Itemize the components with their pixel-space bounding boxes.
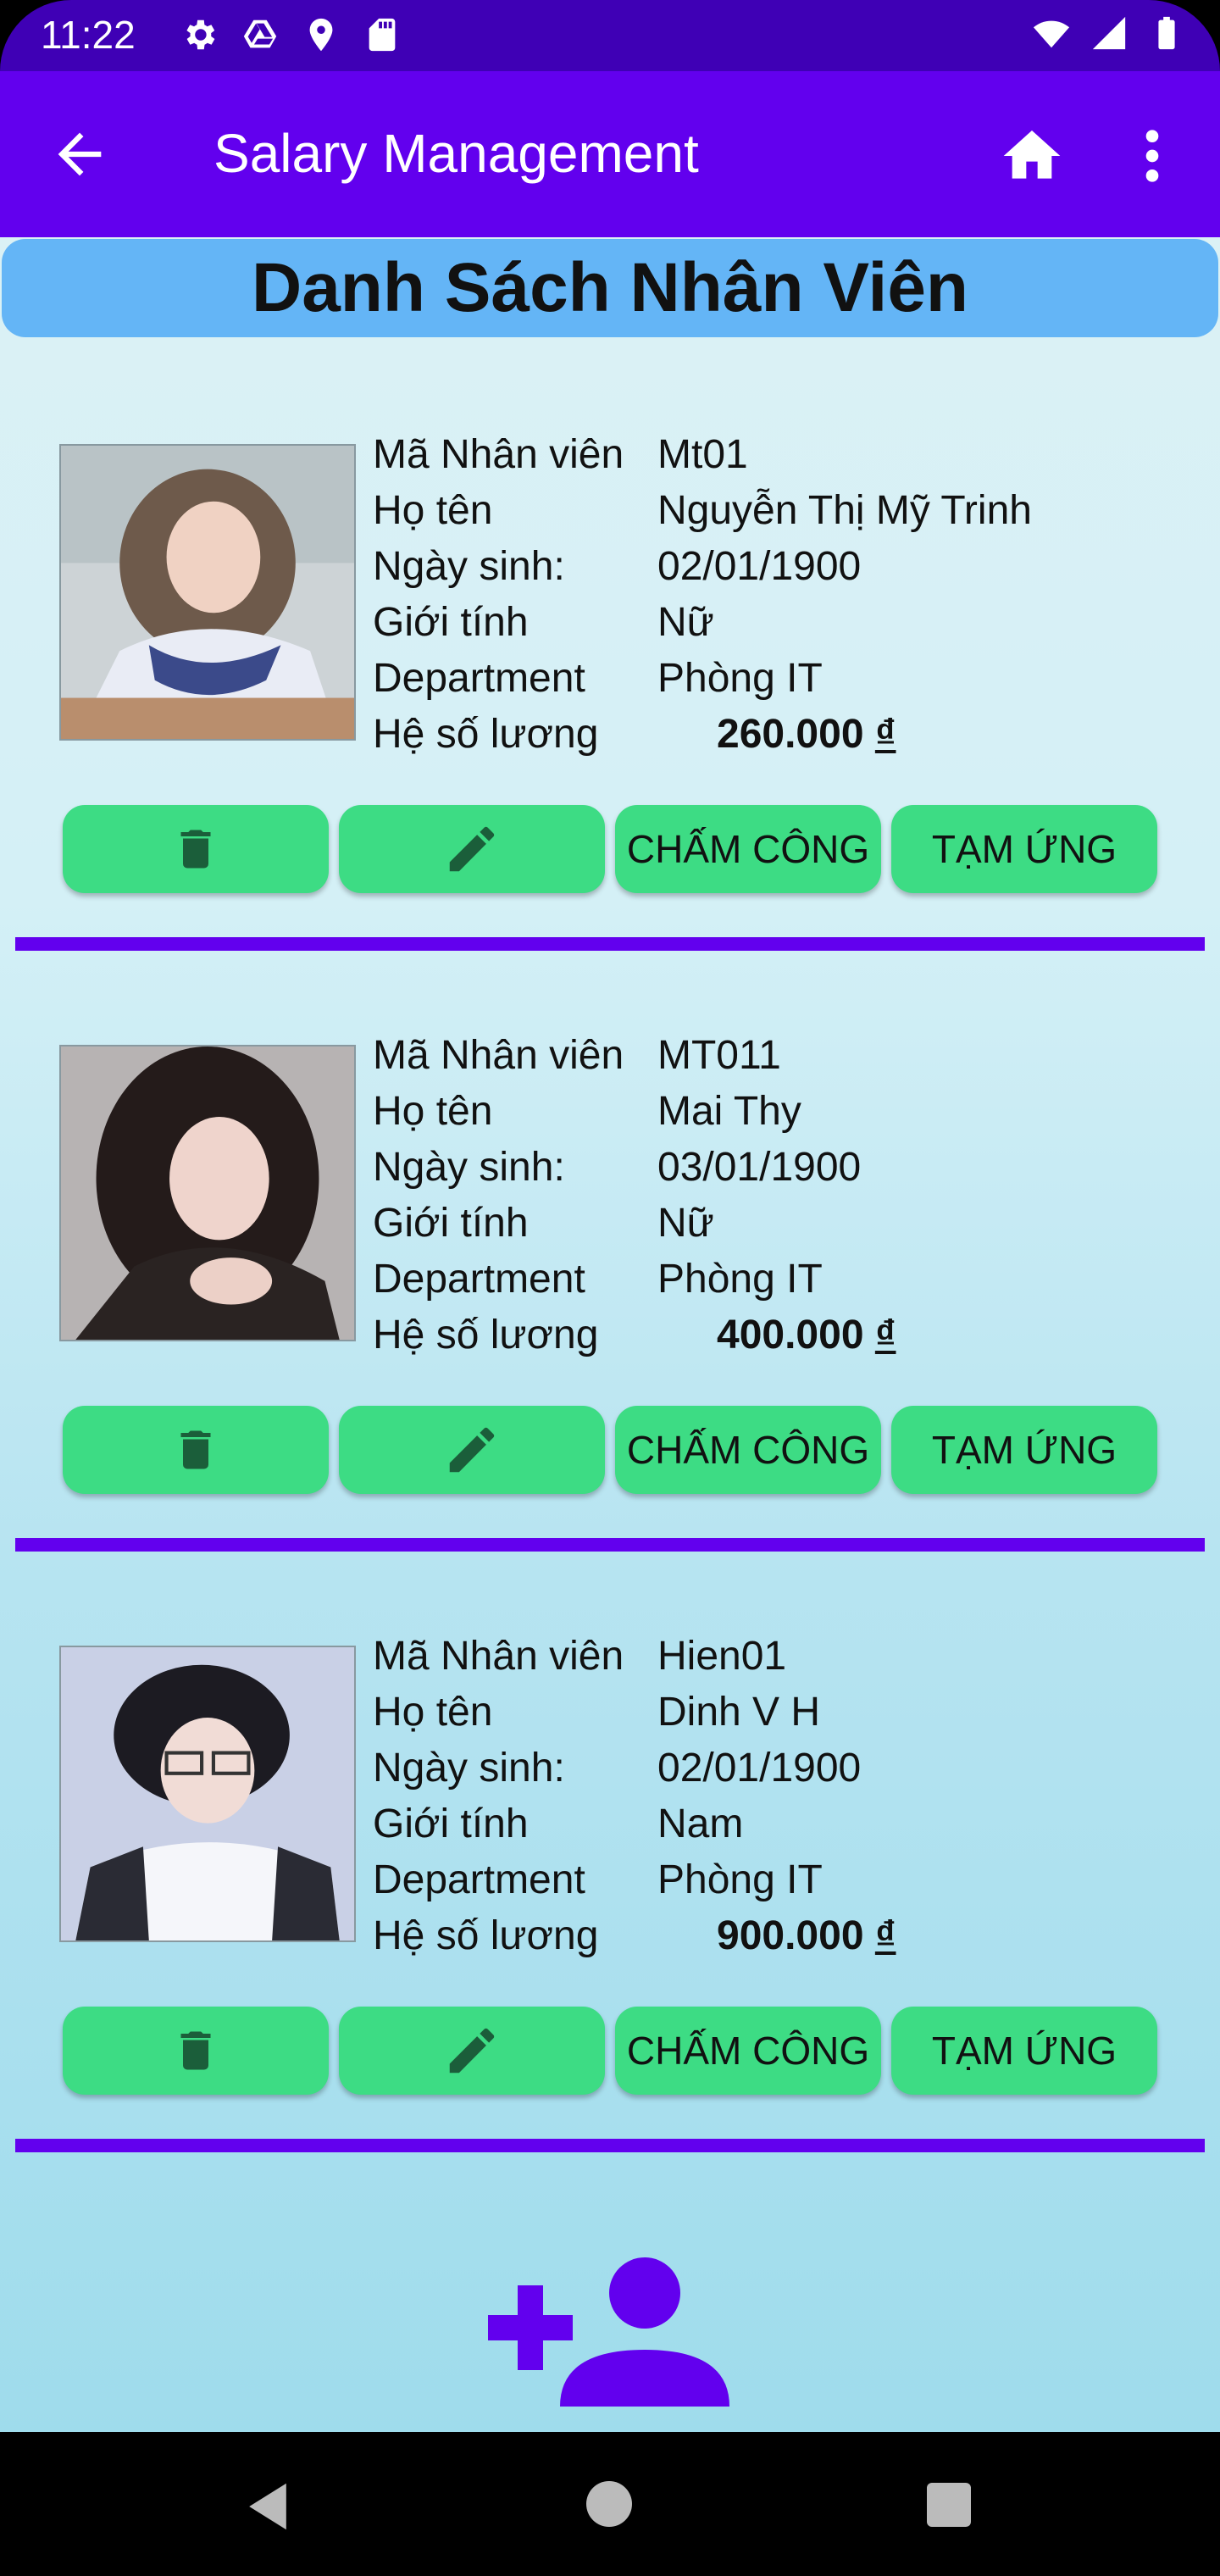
add-person-icon[interactable] [488, 2254, 734, 2407]
pencil-icon [449, 826, 495, 872]
sdcard-icon [369, 18, 396, 52]
label-gender: Giới tính [373, 1201, 529, 1246]
label-salary-coef: Hệ số lương [373, 1313, 599, 1357]
signal-icon [1092, 16, 1126, 50]
label-salary-coef: Hệ số lương [373, 1913, 599, 1958]
system-nav-bar [0, 2432, 1220, 2576]
label-gender: Giới tính [373, 600, 529, 645]
trash-icon [180, 2031, 211, 2070]
employee-id: Mt01 [657, 432, 748, 477]
attendance-button[interactable]: CHẤM CÔNG [615, 805, 881, 893]
employee-info: Mã Nhân viên MT011 Họ tên Mai Thy Ngày sin… [373, 1028, 1135, 1363]
status-bar: 11:22 [0, 0, 1220, 71]
employee-name: Mai Thy [657, 1089, 801, 1134]
advance-button[interactable]: TẠM ỨNG [891, 2007, 1157, 2095]
label-salary-coef: Hệ số lương [373, 712, 599, 757]
drive-icon [243, 19, 277, 48]
employee-card: Mã Nhân viên MT011 Họ tên Mai Thy Ngày sin… [0, 958, 1220, 1559]
edit-button[interactable] [339, 1406, 605, 1494]
list-header: Danh Sách Nhân Viên [2, 239, 1218, 337]
phone-screen: 11:22 Salary Management Danh Sách Nhân V… [0, 0, 1220, 2576]
wifi-icon [1033, 20, 1070, 48]
attendance-button[interactable]: CHẤM CÔNG [615, 1406, 881, 1494]
label-full-name: Họ tên [373, 488, 493, 533]
employee-card: Mã Nhân viên Mt01 Họ tên Nguyễn Thị Mỹ Tri… [0, 358, 1220, 958]
label-dob: Ngày sinh: [373, 1746, 565, 1790]
label-department: Department [373, 656, 585, 701]
label-department: Department [373, 1257, 585, 1302]
employee-name: Dinh V H [657, 1690, 821, 1735]
employee-dob: 02/01/1900 [657, 1746, 862, 1790]
delete-button[interactable] [63, 805, 329, 893]
employee-photo [59, 1646, 356, 1942]
status-time: 11:22 [41, 13, 136, 57]
battery-icon [1158, 16, 1175, 50]
gear-icon [186, 19, 215, 50]
card-divider [15, 1538, 1205, 1552]
label-gender: Giới tính [373, 1802, 529, 1846]
label-employee-id: Mã Nhân viên [373, 1033, 624, 1078]
more-vert-icon[interactable] [1135, 122, 1169, 190]
employee-id: Hien01 [657, 1634, 787, 1679]
nav-home-icon[interactable] [586, 2481, 632, 2527]
employee-info: Mã Nhân viên Mt01 Họ tên Nguyễn Thị Mỹ Tri… [373, 427, 1135, 763]
employee-id: MT011 [657, 1033, 781, 1078]
trash-icon [180, 1430, 211, 1469]
employee-list-screen: Danh Sách Nhân Viên Mã Nhân viên Mt01 Họ … [0, 237, 1220, 2432]
currency-symbol: ₫ [874, 1313, 896, 1357]
employee-gender: Nữ [657, 600, 714, 645]
edit-button[interactable] [339, 2007, 605, 2095]
employee-department: Phòng IT [657, 1857, 823, 1902]
app-title: Salary Management [214, 123, 699, 184]
attendance-button[interactable]: CHẤM CÔNG [615, 2007, 881, 2095]
currency-symbol: ₫ [874, 1913, 896, 1958]
employee-name: Nguyễn Thị Mỹ Trinh [657, 488, 1032, 533]
pencil-icon [449, 1427, 495, 1473]
salary-amount: 260.000 [717, 712, 864, 757]
employee-department: Phòng IT [657, 1257, 823, 1302]
delete-button[interactable] [63, 1406, 329, 1494]
card-divider [15, 937, 1205, 951]
employee-card: Mã Nhân viên Hien01 Họ tên Dinh V H Ngày s… [0, 1559, 1220, 2160]
label-full-name: Họ tên [373, 1089, 493, 1134]
nav-recents-icon[interactable] [927, 2483, 971, 2527]
delete-button[interactable] [63, 2007, 329, 2095]
employee-dob: 02/01/1900 [657, 544, 862, 589]
employee-photo [59, 1045, 356, 1341]
employee-gender: Nam [657, 1802, 744, 1846]
label-department: Department [373, 1857, 585, 1902]
app-bar: Salary Management [0, 71, 1220, 237]
label-employee-id: Mã Nhân viên [373, 432, 624, 477]
employee-gender: Nữ [657, 1201, 714, 1246]
card-divider [15, 2139, 1205, 2152]
employee-photo [59, 444, 356, 741]
edit-button[interactable] [339, 805, 605, 893]
nav-back-icon[interactable] [244, 2481, 291, 2532]
employee-salary: 260.000 ₫ [717, 707, 896, 763]
employee-dob: 03/01/1900 [657, 1145, 862, 1190]
advance-button[interactable]: TẠM ỨNG [891, 1406, 1157, 1494]
list-header-title: Danh Sách Nhân Viên [251, 249, 969, 326]
employee-salary: 900.000 ₫ [717, 1908, 896, 1964]
pencil-icon [449, 2028, 495, 2074]
arrow-back-icon[interactable] [47, 122, 112, 186]
label-dob: Ngày sinh: [373, 1145, 565, 1190]
label-full-name: Họ tên [373, 1690, 493, 1735]
salary-amount: 900.000 [717, 1913, 864, 1958]
employee-info: Mã Nhân viên Hien01 Họ tên Dinh V H Ngày s… [373, 1629, 1135, 1964]
label-dob: Ngày sinh: [373, 544, 565, 589]
label-employee-id: Mã Nhân viên [373, 1634, 624, 1679]
trash-icon [180, 830, 211, 869]
employee-department: Phòng IT [657, 656, 823, 701]
home-icon[interactable] [998, 122, 1066, 190]
employee-salary: 400.000 ₫ [717, 1307, 896, 1363]
advance-button[interactable]: TẠM ỨNG [891, 805, 1157, 893]
salary-amount: 400.000 [717, 1313, 864, 1357]
currency-symbol: ₫ [874, 712, 896, 757]
location-icon [309, 18, 333, 52]
